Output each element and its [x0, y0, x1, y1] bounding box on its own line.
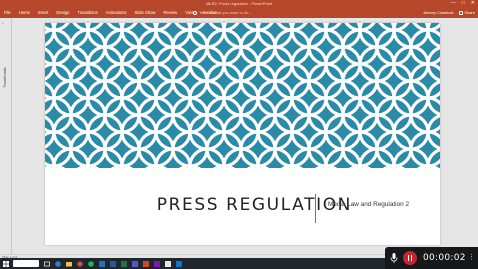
pause-icon-bar-right: [410, 255, 413, 261]
microphone-icon[interactable]: [390, 253, 398, 263]
tab-home[interactable]: Home: [19, 10, 30, 15]
user-name[interactable]: Jeremy Crawford: [423, 10, 453, 15]
windows-start-icon[interactable]: [2, 260, 9, 267]
thumbnails-pane[interactable]: › Thumbnails: [0, 18, 12, 254]
thumbnails-label: Thumbnails: [2, 67, 7, 89]
edge-icon[interactable]: [54, 260, 61, 267]
ribbon: File Home Insert Design Transitions Anim…: [0, 7, 478, 18]
title-bar: MLR2: Press regulation - PowerPoint — □ …: [0, 0, 478, 7]
word-icon[interactable]: [109, 260, 116, 267]
file-explorer-icon[interactable]: [65, 260, 72, 267]
share-icon: [459, 10, 464, 15]
share-label: Share: [464, 10, 475, 15]
task-view-icon[interactable]: [43, 260, 50, 267]
tell-me-search[interactable]: Tell me what you want to do...: [193, 7, 252, 18]
title-divider: [315, 194, 316, 223]
slide-title[interactable]: PRESS REGULATION: [45, 195, 352, 215]
teams-icon[interactable]: [131, 260, 138, 267]
ribbon-tabs: File Home Insert Design Transitions Anim…: [4, 7, 217, 18]
powerpoint-icon[interactable]: [142, 260, 149, 267]
pause-icon-bar-left: [407, 255, 410, 261]
tab-design[interactable]: Design: [56, 10, 69, 15]
tab-file[interactable]: File: [4, 10, 11, 15]
expand-thumbnails-icon[interactable]: ›: [2, 21, 4, 27]
spotify-icon[interactable]: [87, 260, 94, 267]
tell-me-placeholder: Tell me what you want to do...: [199, 10, 252, 15]
recording-widget: 00:00:02 ⋮: [385, 247, 478, 269]
taskbar-apps: [2, 258, 182, 269]
window-controls: — □ ✕: [451, 0, 475, 7]
lightbulb-icon: [193, 10, 197, 15]
pause-recording-button[interactable]: [403, 251, 417, 265]
share-button[interactable]: Share: [459, 10, 475, 15]
excel-icon[interactable]: [120, 260, 127, 267]
ribbon-account-area: Jeremy Crawford Share: [423, 7, 475, 18]
tab-slide-show[interactable]: Slide Show: [135, 10, 156, 15]
chrome-icon[interactable]: [76, 260, 83, 267]
close-button[interactable]: ✕: [471, 0, 475, 7]
taskbar-search-box[interactable]: [13, 260, 39, 267]
tab-review[interactable]: Review: [163, 10, 177, 15]
pattern-rings: [45, 23, 440, 168]
outlook-icon[interactable]: [98, 260, 105, 267]
recording-timer: 00:00:02: [423, 253, 466, 263]
tab-insert[interactable]: Insert: [38, 10, 48, 15]
slide-canvas[interactable]: PRESS REGULATION Media Law and Regulatio…: [45, 23, 440, 245]
minimize-button[interactable]: —: [451, 0, 456, 7]
store-icon[interactable]: [175, 260, 182, 267]
maximize-button[interactable]: □: [462, 0, 465, 7]
recorder-menu-icon[interactable]: ⋮: [468, 251, 475, 265]
window-title: MLR2: Press regulation - PowerPoint: [206, 1, 272, 6]
tab-animations[interactable]: Animations: [106, 10, 127, 15]
photos-icon[interactable]: [164, 260, 171, 267]
onenote-icon[interactable]: [153, 260, 160, 267]
slide-subtitle[interactable]: Media Law and Regulation 2: [328, 201, 409, 208]
slide-pattern-image: [45, 23, 440, 168]
tab-transitions[interactable]: Transitions: [77, 10, 97, 15]
